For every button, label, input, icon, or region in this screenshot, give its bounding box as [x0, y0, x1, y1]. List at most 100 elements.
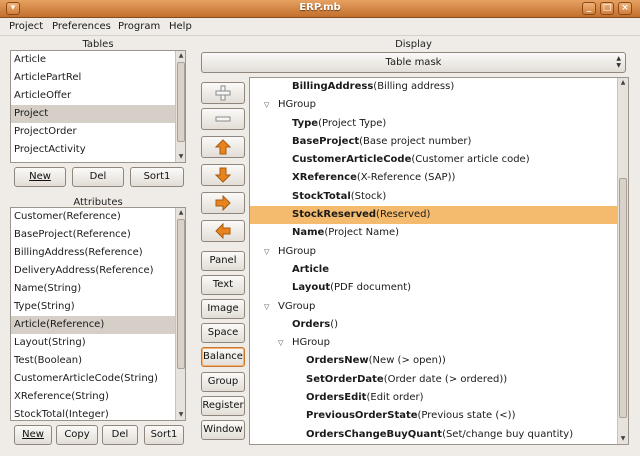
tree-field-node[interactable]: Name(Project Name): [250, 224, 628, 242]
attribute-list-item[interactable]: Type(String): [11, 298, 185, 316]
window-button[interactable]: Window: [201, 420, 245, 440]
expander-icon[interactable]: ▽: [278, 334, 286, 352]
attributes-copy-button[interactable]: Copy: [56, 425, 98, 445]
move-down-button[interactable]: [201, 164, 245, 186]
tree-group-node[interactable]: ▽ HGroup: [250, 334, 628, 352]
tree-field-node[interactable]: CustomerArticleCode(Customer article cod…: [250, 151, 628, 169]
mask-tree[interactable]: BillingAddress(Billing address) ▽ HGroup Ty…: [249, 77, 629, 445]
tree-node-caption: (Billing address): [373, 81, 455, 92]
expander-icon[interactable]: ▽: [264, 298, 272, 316]
text-button[interactable]: Text: [201, 275, 245, 295]
scroll-up-icon[interactable]: ▲: [619, 79, 627, 87]
tree-field-node[interactable]: Layout(PDF document): [250, 279, 628, 297]
scroll-thumb[interactable]: [619, 178, 627, 418]
arrow-left-icon: [215, 223, 231, 239]
scroll-down-icon[interactable]: ▼: [619, 435, 627, 443]
maximize-button[interactable]: □: [600, 2, 614, 15]
tree-node-caption: HGroup: [292, 337, 330, 349]
table-list-item[interactable]: Project: [11, 105, 185, 123]
attribute-list-item[interactable]: CustomerArticleCode(String): [11, 370, 185, 388]
chevron-updown-icon: ▲ ▼: [616, 55, 621, 69]
tables-label: Tables: [82, 39, 114, 50]
expander-icon[interactable]: ▽: [264, 243, 272, 261]
space-button[interactable]: Space: [201, 323, 245, 343]
tree-group-node[interactable]: ▽ VGroup: [250, 298, 628, 316]
tables-del-button[interactable]: Del: [72, 167, 124, 187]
attribute-list-item[interactable]: XReference(String): [11, 388, 185, 406]
tree-field-node[interactable]: Orders(): [250, 316, 628, 334]
tree-field-node[interactable]: PreviousOrderState(Previous state (<)): [250, 407, 628, 425]
tree-node-name: OrdersNew: [306, 355, 369, 367]
menu-preferences[interactable]: Preferences: [52, 21, 111, 32]
move-left-button[interactable]: [201, 220, 245, 242]
scroll-down-icon[interactable]: ▼: [177, 411, 185, 419]
minimize-button[interactable]: _: [582, 2, 596, 15]
move-up-button[interactable]: [201, 136, 245, 158]
image-button[interactable]: Image: [201, 299, 245, 319]
tree-field-node[interactable]: OrdersEdit(Edit order): [250, 389, 628, 407]
attributes-del-button[interactable]: Del: [102, 425, 138, 445]
table-list-item[interactable]: ProjectOrder: [11, 123, 185, 141]
close-button[interactable]: ×: [618, 2, 632, 15]
tree-node-caption: HGroup: [278, 245, 316, 257]
menu-project[interactable]: Project: [9, 21, 43, 32]
tree-field-node[interactable]: OrdersChangeBuyQuant(Set/change buy quan…: [250, 426, 628, 444]
tree-node-name: PreviousOrderState: [306, 410, 418, 422]
menu-bar: Project Preferences Program Help: [0, 18, 640, 36]
attribute-list-item[interactable]: DeliveryAddress(Reference): [11, 262, 185, 280]
attribute-list-item[interactable]: Layout(String): [11, 334, 185, 352]
table-list-item[interactable]: Article: [11, 51, 185, 69]
scroll-thumb[interactable]: [177, 62, 185, 142]
scroll-thumb[interactable]: [177, 219, 185, 369]
tree-field-node[interactable]: StockTotal(Stock): [250, 188, 628, 206]
tables-list[interactable]: Article ArticlePartRel ArticleOffer Project…: [10, 50, 186, 163]
tree-node-name: BillingAddress: [292, 81, 374, 92]
attribute-list-item[interactable]: StockTotal(Integer): [11, 406, 185, 420]
move-right-button[interactable]: [201, 192, 245, 214]
tree-field-node[interactable]: Article: [250, 261, 628, 279]
tree-node-caption: VGroup: [278, 300, 316, 312]
add-button[interactable]: [201, 82, 245, 104]
tables-sort-button[interactable]: Sort1: [130, 167, 184, 187]
tree-node-name: OrdersEdit: [306, 392, 367, 404]
remove-button[interactable]: [201, 108, 245, 130]
balance-button[interactable]: Balance: [201, 347, 245, 367]
attribute-list-item[interactable]: Name(String): [11, 280, 185, 298]
tree-field-node[interactable]: Type(Project Type): [250, 115, 628, 133]
menu-help[interactable]: Help: [169, 21, 192, 32]
tree-group-node[interactable]: ▽ HGroup: [250, 96, 628, 114]
scroll-up-icon[interactable]: ▲: [177, 209, 185, 217]
mask-select[interactable]: Table mask ▲ ▼: [201, 52, 626, 73]
tree-node-caption: (X-Reference (SAP)): [356, 172, 456, 184]
tree-field-node[interactable]: XReference(X-Reference (SAP)): [250, 169, 628, 187]
tree-scrollbar[interactable]: ▲ ▼: [617, 78, 628, 444]
tree-field-node[interactable]: BaseProject(Base project number): [250, 133, 628, 151]
attribute-list-item[interactable]: Article(Reference): [11, 316, 185, 334]
register-button[interactable]: Register: [201, 396, 245, 416]
scroll-down-icon[interactable]: ▼: [177, 153, 185, 161]
table-list-item[interactable]: ArticlePartRel: [11, 69, 185, 87]
attribute-list-item[interactable]: BillingAddress(Reference): [11, 244, 185, 262]
tables-scrollbar[interactable]: ▲ ▼: [175, 51, 185, 162]
attributes-new-button[interactable]: New: [14, 425, 52, 445]
tree-node-name: CustomerArticleCode: [292, 154, 412, 166]
tree-group-node[interactable]: ▽ HGroup: [250, 243, 628, 261]
tree-field-node[interactable]: BillingAddress(Billing address): [250, 78, 628, 96]
attribute-list-item[interactable]: Test(Boolean): [11, 352, 185, 370]
expander-icon[interactable]: ▽: [264, 96, 272, 114]
tree-field-node[interactable]: SetOrderDate(Order date (> ordered)): [250, 371, 628, 389]
table-list-item[interactable]: ProjectActivity: [11, 141, 185, 159]
attributes-sort-button[interactable]: Sort1: [144, 425, 184, 445]
attributes-list[interactable]: Customer(Reference) BaseProject(Reference…: [10, 207, 186, 421]
group-button[interactable]: Group: [201, 372, 245, 392]
tree-field-node[interactable]: StockReserved(Reserved): [250, 206, 628, 225]
panel-button[interactable]: Panel: [201, 251, 245, 271]
scroll-up-icon[interactable]: ▲: [177, 52, 185, 60]
attributes-scrollbar[interactable]: ▲ ▼: [175, 208, 185, 420]
attribute-list-item[interactable]: BaseProject(Reference): [11, 226, 185, 244]
menu-program[interactable]: Program: [118, 21, 160, 32]
table-list-item[interactable]: ArticleOffer: [11, 87, 185, 105]
tables-new-button[interactable]: New: [14, 167, 66, 187]
tree-field-node[interactable]: OrdersNew(New (> open)): [250, 352, 628, 370]
attribute-list-item[interactable]: Customer(Reference): [11, 208, 185, 226]
